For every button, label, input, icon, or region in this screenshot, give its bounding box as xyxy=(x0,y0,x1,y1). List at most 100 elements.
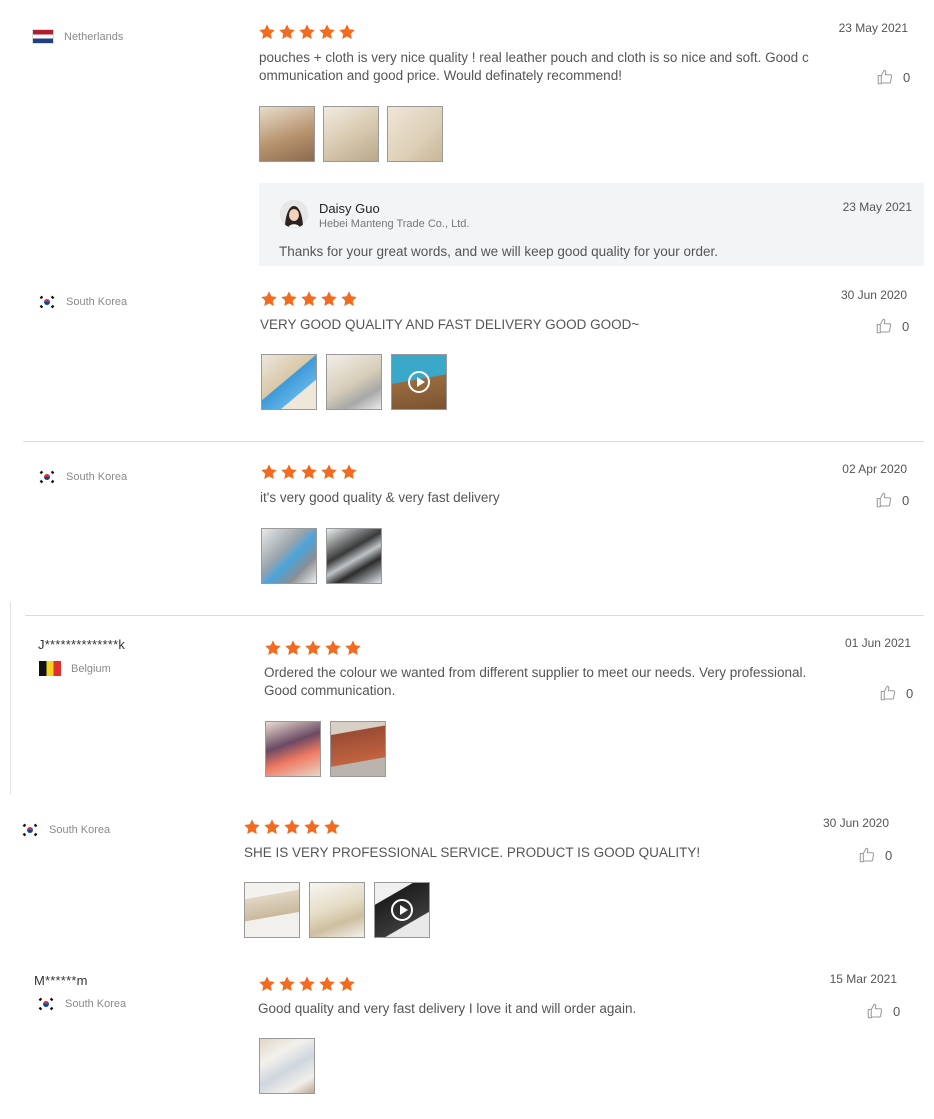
country-name: South Korea xyxy=(66,296,128,308)
review-photo[interactable] xyxy=(261,528,317,584)
review-photo[interactable] xyxy=(259,1038,315,1094)
reviewer-name: M******m xyxy=(34,973,88,988)
review-photos xyxy=(265,721,386,777)
reviewer-country: South Korea xyxy=(38,295,127,309)
review-video[interactable] xyxy=(374,882,430,938)
review-date: 15 Mar 2021 xyxy=(829,972,897,986)
review-date: 23 May 2021 xyxy=(838,21,908,35)
review-text-line: pouches + cloth is very nice quality ! r… xyxy=(259,50,809,65)
star-rating xyxy=(264,639,362,657)
country-name: South Korea xyxy=(65,998,127,1010)
reviewer-country: South Korea xyxy=(37,997,126,1011)
star-icon xyxy=(285,640,301,656)
review-photo[interactable] xyxy=(326,354,382,410)
review-text: Ordered the colour we wanted from differ… xyxy=(264,664,806,700)
star-icon xyxy=(319,976,335,992)
review-date: 01 Jun 2021 xyxy=(844,636,911,650)
star-icon xyxy=(281,464,297,480)
play-icon xyxy=(391,899,413,921)
south-korea-flag-icon xyxy=(21,823,39,837)
seller-reply: Daisy Guo Hebei Manteng Trade Co., Ltd. … xyxy=(259,183,924,266)
seller-name: Daisy Guo xyxy=(319,201,380,216)
review-photos xyxy=(261,528,382,584)
review-photo[interactable] xyxy=(330,721,386,777)
star-icon xyxy=(261,291,277,307)
star-rating xyxy=(258,975,356,993)
review-text: it's very good quality & very fast deliv… xyxy=(260,489,500,507)
reviewer-country: Belgium xyxy=(39,661,111,676)
review-photo[interactable] xyxy=(259,106,315,162)
review-date: 02 Apr 2020 xyxy=(842,462,907,476)
thumbs-up-icon xyxy=(875,317,893,335)
like-count: 0 xyxy=(906,685,914,701)
reviewer-country: Netherlands xyxy=(32,29,123,44)
like-count: 0 xyxy=(903,69,911,85)
star-icon xyxy=(281,291,297,307)
review-divider xyxy=(25,615,924,616)
review-photo[interactable] xyxy=(265,721,321,777)
reply-text: Thanks for your great words, and we will… xyxy=(279,244,718,259)
star-icon xyxy=(244,819,260,835)
star-icon xyxy=(325,640,341,656)
star-icon xyxy=(259,24,275,40)
review-photo[interactable] xyxy=(326,528,382,584)
like-count: 0 xyxy=(893,1003,901,1019)
belgium-flag-icon xyxy=(39,661,61,676)
star-icon xyxy=(324,819,340,835)
star-icon xyxy=(301,464,317,480)
thumbs-up-icon xyxy=(858,846,876,864)
thumbs-up-icon xyxy=(875,491,893,509)
star-icon xyxy=(299,976,315,992)
play-icon xyxy=(408,371,430,393)
star-icon xyxy=(339,976,355,992)
star-rating xyxy=(260,290,358,308)
star-icon xyxy=(265,640,281,656)
south-korea-flag-icon xyxy=(38,470,56,484)
thumbs-up-icon xyxy=(876,68,894,86)
like-button[interactable]: 0 xyxy=(879,684,913,702)
like-count: 0 xyxy=(902,492,910,508)
netherlands-flag-icon xyxy=(32,29,54,44)
star-icon xyxy=(301,291,317,307)
review-photo[interactable] xyxy=(309,882,365,938)
star-icon xyxy=(321,464,337,480)
like-button[interactable]: 0 xyxy=(875,491,909,509)
reviewer-name: J**************k xyxy=(38,637,126,652)
like-button[interactable]: 0 xyxy=(875,317,909,335)
like-button[interactable]: 0 xyxy=(858,846,892,864)
review-photo[interactable] xyxy=(323,106,379,162)
star-icon xyxy=(284,819,300,835)
country-name: Belgium xyxy=(71,662,111,675)
review-photos xyxy=(259,106,443,162)
star-icon xyxy=(321,291,337,307)
star-rating xyxy=(260,463,358,481)
review-text-line: Good quality and very fast delivery I lo… xyxy=(258,1001,637,1016)
star-icon xyxy=(339,24,355,40)
like-button[interactable]: 0 xyxy=(866,1002,900,1020)
reply-date: 23 May 2021 xyxy=(842,200,912,214)
south-korea-flag-icon xyxy=(38,295,56,309)
star-rating xyxy=(258,23,356,41)
review-date: 30 Jun 2020 xyxy=(840,288,907,302)
review-text-line: SHE IS VERY PROFESSIONAL SERVICE. PRODUC… xyxy=(244,845,701,860)
south-korea-flag-icon xyxy=(37,997,55,1011)
star-icon xyxy=(305,640,321,656)
star-icon xyxy=(264,819,280,835)
seller-company: Hebei Manteng Trade Co., Ltd. xyxy=(319,218,470,230)
review-text-line: Good communication. xyxy=(264,683,396,698)
review-text: SHE IS VERY PROFESSIONAL SERVICE. PRODUC… xyxy=(244,844,700,862)
review-text: Good quality and very fast delivery I lo… xyxy=(258,1000,636,1018)
review-video[interactable] xyxy=(391,354,447,410)
like-button[interactable]: 0 xyxy=(876,68,910,86)
thumbs-up-icon xyxy=(879,684,897,702)
review-photo[interactable] xyxy=(244,882,300,938)
star-icon xyxy=(261,464,277,480)
star-icon xyxy=(304,819,320,835)
like-count: 0 xyxy=(902,318,910,334)
review-photos xyxy=(244,882,430,938)
review-photo[interactable] xyxy=(261,354,317,410)
country-name: Netherlands xyxy=(64,30,124,43)
star-icon xyxy=(341,464,357,480)
review-photos xyxy=(261,354,447,410)
review-photo[interactable] xyxy=(387,106,443,162)
